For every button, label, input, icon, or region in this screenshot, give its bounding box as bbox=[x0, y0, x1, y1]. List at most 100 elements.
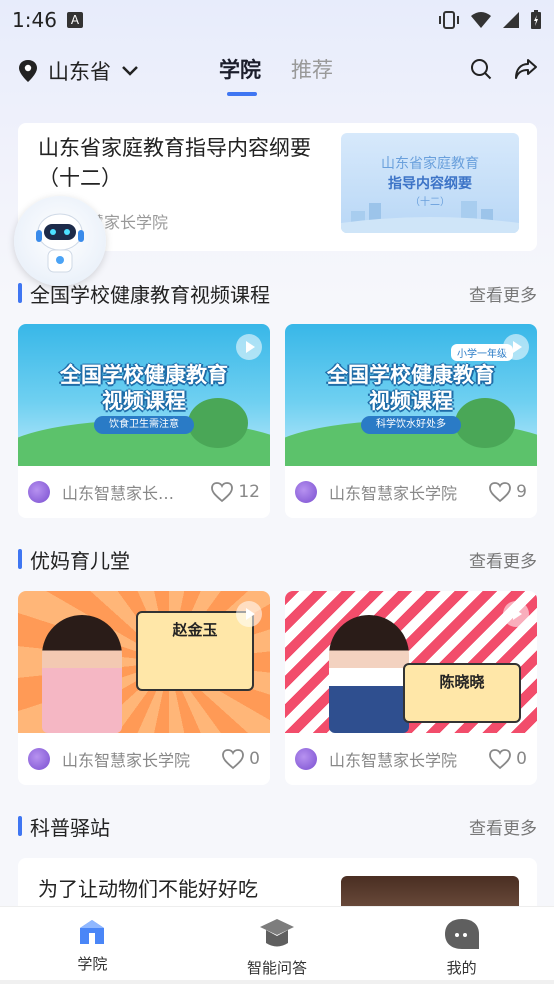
share-icon[interactable] bbox=[514, 58, 538, 80]
section-header-science: 科普驿站 查看更多 bbox=[18, 811, 537, 841]
heart-icon bbox=[489, 749, 512, 770]
tab-academy[interactable]: 学院 bbox=[219, 54, 261, 96]
play-icon[interactable] bbox=[236, 601, 262, 627]
like-button[interactable]: 9 bbox=[488, 481, 527, 503]
source-logo-icon bbox=[28, 481, 50, 503]
section-title: 全国学校健康教育视频课程 bbox=[30, 282, 270, 307]
robot-icon bbox=[36, 213, 84, 273]
see-more-link[interactable]: 查看更多 bbox=[469, 281, 537, 306]
card-footer: 山东智慧家长学院 9 bbox=[285, 466, 537, 518]
bottom-navigation: 学院 智能问答 我的 bbox=[0, 906, 554, 984]
profile-chat-icon bbox=[444, 919, 479, 949]
thumb-title-line2: 视频课程 bbox=[102, 389, 186, 413]
video-card[interactable]: 小学一年级 全国学校健康教育 视频课程 科学饮水好处多 山东智慧家长学院 9 bbox=[285, 324, 537, 518]
featured-thumb-line1: 山东省家庭教育 bbox=[381, 156, 479, 172]
notification-icon: A bbox=[66, 12, 83, 28]
play-icon[interactable] bbox=[503, 601, 529, 627]
section-accent-bar bbox=[18, 816, 22, 836]
graduation-cap-icon bbox=[260, 919, 294, 947]
presenter-figure bbox=[42, 615, 122, 733]
presenter-name-board: 陈晓晓 bbox=[403, 663, 521, 723]
top-tabs: 学院 推荐 bbox=[219, 54, 333, 96]
featured-title: 山东省家庭教育指导内容纲要（十二） bbox=[38, 136, 311, 190]
video-thumbnail: 全国学校健康教育 视频课程 饮食卫生需注意 bbox=[18, 324, 270, 466]
card-footer: 山东智慧家长… 12 bbox=[18, 466, 270, 518]
source-name: 山东智慧家长… bbox=[62, 484, 175, 503]
section-accent-bar bbox=[18, 283, 22, 303]
thumb-title-line1: 全国学校健康教育 bbox=[60, 363, 228, 387]
like-button[interactable]: 12 bbox=[210, 481, 260, 503]
location-selector[interactable]: 山东省 bbox=[18, 56, 139, 86]
thumb-title-line2: 视频课程 bbox=[369, 389, 453, 413]
academy-icon bbox=[80, 920, 105, 944]
featured-thumbnail: 山东省家庭教育 指导内容纲要 （十二） bbox=[341, 133, 519, 233]
article-title: 为了让动物们不能好好吃 bbox=[38, 877, 258, 901]
thumb-subtitle: 饮食卫生需注意 bbox=[94, 416, 194, 434]
like-count: 12 bbox=[238, 482, 260, 502]
see-more-link[interactable]: 查看更多 bbox=[469, 547, 537, 572]
status-time: 1:46 bbox=[12, 8, 57, 32]
nav-smart-qa[interactable]: 智能问答 bbox=[185, 907, 370, 984]
chevron-down-icon bbox=[122, 66, 138, 76]
video-thumbnail: 小学一年级 全国学校健康教育 视频课程 科学饮水好处多 bbox=[285, 324, 537, 466]
video-card[interactable]: 陈晓晓 山东智慧家长学院 0 bbox=[285, 591, 537, 785]
battery-icon bbox=[531, 10, 541, 29]
like-count: 9 bbox=[516, 482, 527, 502]
source-logo-icon bbox=[28, 748, 50, 770]
card-footer: 山东智慧家长学院 0 bbox=[285, 733, 537, 785]
source-logo-icon bbox=[295, 748, 317, 770]
source-name: 山东智慧家长学院 bbox=[329, 751, 458, 770]
section-title: 科普驿站 bbox=[30, 815, 110, 840]
like-button[interactable]: 0 bbox=[488, 748, 527, 770]
section-header-health: 全国学校健康教育视频课程 查看更多 bbox=[18, 278, 537, 308]
nav-mine[interactable]: 我的 bbox=[369, 907, 554, 984]
source-name: 山东智慧家长学院 bbox=[62, 751, 191, 770]
heart-icon bbox=[489, 482, 512, 503]
section-accent-bar bbox=[18, 549, 22, 569]
location-label: 山东省 bbox=[48, 60, 111, 84]
video-thumbnail: 赵金玉 bbox=[18, 591, 270, 733]
tab-recommend[interactable]: 推荐 bbox=[291, 54, 333, 84]
video-card[interactable]: 全国学校健康教育 视频课程 饮食卫生需注意 山东智慧家长… 12 bbox=[18, 324, 270, 518]
city-skyline-illustration bbox=[341, 201, 519, 233]
video-card[interactable]: 赵金玉 山东智慧家长学院 0 bbox=[18, 591, 270, 785]
nav-label: 智能问答 bbox=[247, 959, 308, 977]
header-actions bbox=[470, 58, 538, 80]
source-name: 山东智慧家长学院 bbox=[329, 484, 458, 503]
wifi-icon bbox=[471, 12, 491, 28]
location-pin-icon bbox=[19, 60, 37, 82]
presenter-name-board: 赵金玉 bbox=[136, 611, 254, 691]
play-icon[interactable] bbox=[236, 334, 262, 360]
nav-label: 学院 bbox=[77, 955, 108, 973]
status-icons bbox=[438, 10, 542, 30]
heart-icon bbox=[211, 482, 234, 503]
source-logo-icon bbox=[295, 481, 317, 503]
like-button[interactable]: 0 bbox=[221, 748, 260, 770]
gesture-bar bbox=[0, 980, 554, 984]
play-icon[interactable] bbox=[503, 334, 529, 360]
presenter-name: 赵金玉 bbox=[172, 621, 218, 639]
presenter-figure bbox=[329, 615, 409, 733]
thumb-title-line1: 全国学校健康教育 bbox=[327, 363, 495, 387]
nav-academy[interactable]: 学院 bbox=[0, 907, 185, 984]
vibrate-icon bbox=[439, 11, 459, 29]
like-count: 0 bbox=[516, 749, 527, 769]
nav-label: 我的 bbox=[446, 959, 477, 977]
signal-icon bbox=[503, 12, 519, 28]
heart-icon bbox=[222, 749, 245, 770]
status-bar: 1:46 A bbox=[0, 0, 554, 40]
video-thumbnail: 陈晓晓 bbox=[285, 591, 537, 733]
card-footer: 山东智慧家长学院 0 bbox=[18, 733, 270, 785]
thumb-title: 全国学校健康教育 视频课程 bbox=[285, 362, 537, 414]
presenter-name: 陈晓晓 bbox=[439, 673, 485, 691]
thumb-title: 全国学校健康教育 视频课程 bbox=[18, 362, 270, 414]
section-header-parenting: 优妈育儿堂 查看更多 bbox=[18, 544, 537, 574]
thumb-subtitle: 科学饮水好处多 bbox=[361, 416, 461, 434]
section-title: 优妈育儿堂 bbox=[30, 548, 130, 573]
featured-thumb-line2: 指导内容纲要 bbox=[388, 176, 472, 192]
see-more-link[interactable]: 查看更多 bbox=[469, 814, 537, 839]
like-count: 0 bbox=[249, 749, 260, 769]
ai-assistant-robot-button[interactable] bbox=[14, 196, 106, 286]
top-header: 山东省 学院 推荐 bbox=[0, 46, 554, 96]
search-icon[interactable] bbox=[470, 58, 492, 80]
